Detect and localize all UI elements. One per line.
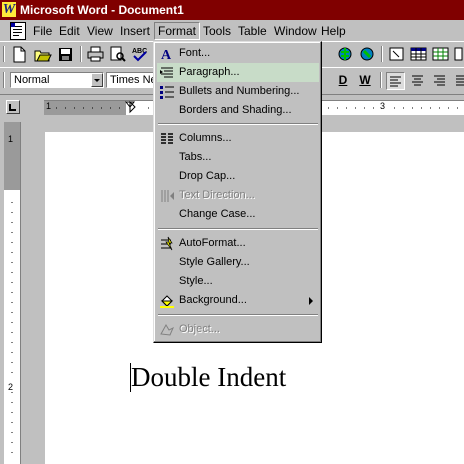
menu-item-tabs[interactable]: Tabs... (157, 148, 319, 167)
print-preview-icon[interactable] (108, 45, 127, 63)
align-center-icon[interactable] (408, 71, 427, 89)
paint-bucket-icon (159, 293, 175, 309)
menu-window[interactable]: Window (271, 23, 320, 39)
align-left-icon[interactable] (386, 72, 405, 90)
toolbar-separator (381, 46, 383, 62)
menu-item-text-direction: Text Direction... (157, 186, 319, 205)
toolbar-separator (380, 72, 382, 88)
menu-item-label: Paragraph... (179, 66, 240, 78)
document-control-icon[interactable] (10, 22, 26, 40)
style-dropdown[interactable]: Normal (10, 72, 104, 88)
bullets-icon (159, 84, 175, 100)
menu-item-label: Bullets and Numbering... (179, 85, 300, 97)
style-value: Normal (14, 74, 50, 86)
title-bar[interactable]: W Microsoft Word - Document1 (0, 0, 464, 20)
menu-item-label: Borders and Shading... (179, 104, 292, 116)
spelling-icon[interactable]: ABC (130, 45, 149, 63)
menu-insert[interactable]: Insert (117, 23, 153, 39)
columns-icon[interactable] (453, 45, 464, 63)
paragraph-icon (159, 65, 175, 81)
menu-item-drop-cap[interactable]: Drop Cap... (157, 167, 319, 186)
autoformat-icon (159, 236, 175, 252)
justify-icon[interactable] (452, 71, 464, 89)
vruler-tick-label: 2 (8, 382, 14, 392)
menu-item-object: Object... (157, 320, 319, 339)
menu-view[interactable]: View (84, 23, 116, 39)
bold-button[interactable]: D (334, 72, 352, 88)
menu-table[interactable]: Table (235, 23, 270, 39)
menu-item-label: Style Gallery... (179, 256, 250, 268)
menu-item-autoformat[interactable]: AutoFormat... (157, 234, 319, 253)
menu-item-label: Columns... (179, 132, 232, 144)
ruler-tick-label: 1 (46, 101, 52, 111)
menu-item-label: Text Direction... (179, 189, 255, 201)
menu-item-background[interactable]: Background... (157, 291, 319, 310)
menu-item-label: AutoFormat... (179, 237, 246, 249)
insert-table-icon[interactable] (409, 45, 428, 63)
word-logo-icon: W (2, 2, 16, 17)
menu-bar: File Edit View Insert Format Tools Table… (0, 20, 464, 41)
menu-item-label: Object... (179, 323, 220, 335)
menu-item-change-case[interactable]: Change Case... (157, 205, 319, 224)
text-direction-icon (159, 188, 175, 204)
vertical-ruler-margin (4, 122, 20, 190)
ruler-tick-label: 3 (380, 101, 386, 111)
font-icon: A (159, 46, 175, 63)
menu-help[interactable]: Help (318, 23, 349, 39)
menu-item-font[interactable]: A Font... (157, 44, 319, 63)
columns-icon (159, 131, 175, 147)
toolbar-grip (3, 72, 5, 88)
menu-edit[interactable]: Edit (56, 23, 83, 39)
vruler-tick-label: 1 (8, 134, 14, 144)
menu-file[interactable]: File (30, 23, 55, 39)
menu-item-style-gallery[interactable]: Style Gallery... (157, 253, 319, 272)
menu-item-label: Drop Cap... (179, 170, 236, 182)
menu-item-bullets-numbering[interactable]: Bullets and Numbering... (157, 82, 319, 101)
menu-separator (158, 228, 318, 230)
save-disk-icon[interactable] (56, 45, 75, 63)
menu-item-columns[interactable]: Columns... (157, 129, 319, 148)
menu-item-paragraph[interactable]: Paragraph... (157, 63, 319, 82)
format-menu: A Font... Paragraph... Bullets and Numbe… (153, 41, 322, 343)
window-title: Microsoft Word - Document1 (20, 3, 184, 17)
tables-and-borders-icon[interactable] (387, 45, 406, 63)
new-document-icon[interactable] (10, 45, 29, 63)
toolbar-grip (3, 46, 5, 62)
align-right-icon[interactable] (430, 71, 449, 89)
tab-selector-icon[interactable] (6, 100, 20, 114)
menu-item-style[interactable]: Style... (157, 272, 319, 291)
menu-item-label: Background... (179, 294, 247, 306)
menu-item-label: Tabs... (179, 151, 212, 163)
submenu-arrow-icon (309, 297, 313, 305)
menu-item-label: Change Case... (179, 208, 256, 220)
print-icon[interactable] (86, 45, 105, 63)
menu-item-label: Font... (179, 47, 211, 59)
menu-item-borders-shading[interactable]: Borders and Shading... (157, 101, 319, 120)
menu-separator (158, 123, 318, 125)
web-toolbar-icon[interactable] (336, 45, 355, 63)
svg-text:A: A (161, 48, 172, 62)
menu-separator (158, 314, 318, 316)
menu-tools[interactable]: Tools (200, 23, 234, 39)
document-text[interactable]: Double Indent (131, 362, 286, 392)
object-icon (159, 322, 175, 338)
chevron-down-icon[interactable] (91, 73, 103, 87)
underline-button[interactable]: W (356, 72, 374, 88)
hyperlink-icon[interactable] (358, 45, 377, 63)
menu-format[interactable]: Format (154, 22, 201, 40)
toolbar-separator (80, 46, 82, 62)
insert-worksheet-icon[interactable] (431, 45, 450, 63)
menu-item-label: Style... (179, 275, 213, 287)
open-folder-icon[interactable] (33, 45, 52, 63)
